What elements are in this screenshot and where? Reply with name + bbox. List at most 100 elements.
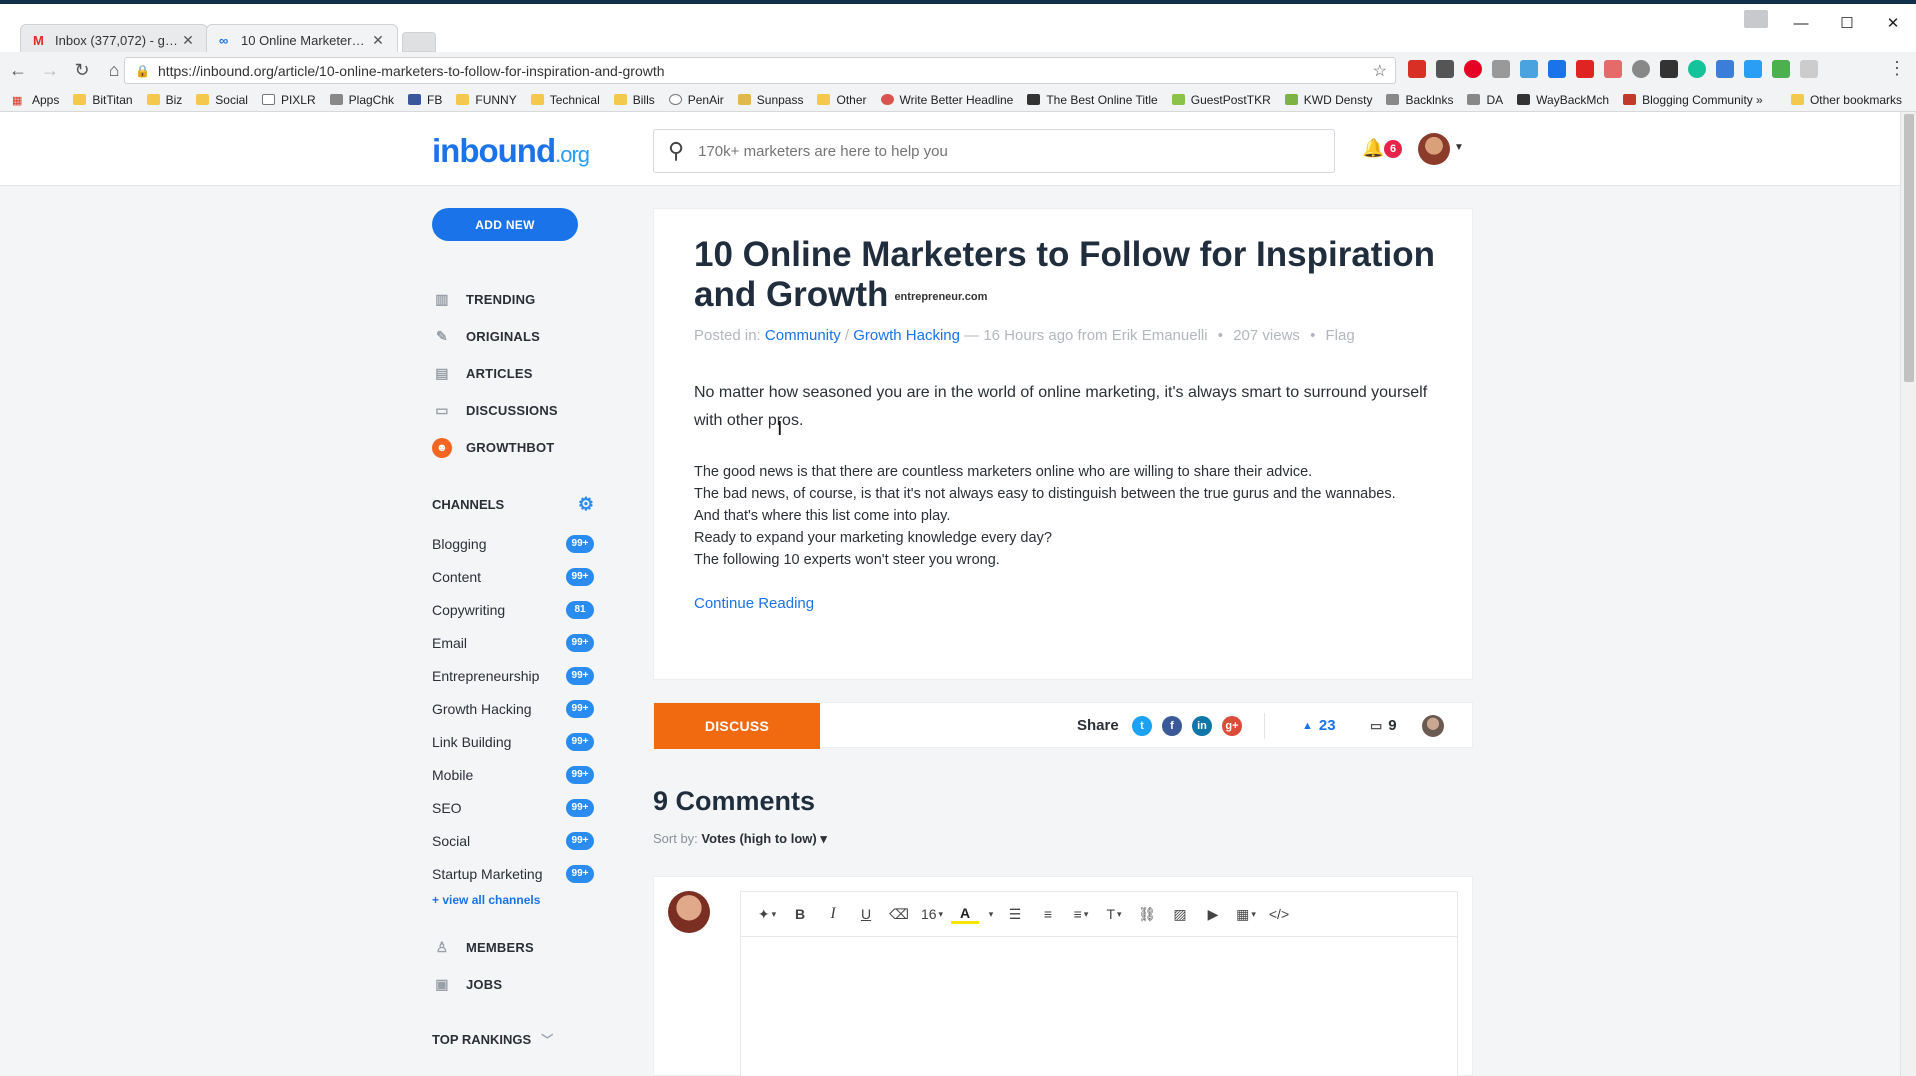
sidebar-item-trending[interactable]: ▥ TRENDING [432,281,602,318]
bell-icon[interactable]: 🔔 [1362,138,1384,159]
minimize-icon[interactable]: — [1778,8,1824,38]
upvote-button[interactable]: ▲ 23 [1302,717,1336,734]
channel-item[interactable]: Email 99+ [432,626,594,659]
grammarly-icon[interactable] [1688,60,1706,78]
extension-icon[interactable] [1800,60,1818,78]
bookmark-item[interactable]: FUNNY [456,93,517,107]
bookmark-item[interactable]: Biz [146,93,182,107]
sort-dropdown[interactable]: Votes (high to low) ▾ [701,831,826,846]
bookmark-item[interactable]: GuestPostTKR [1171,93,1271,107]
video-icon[interactable]: ▶ [1199,900,1227,928]
sidebar-item-discussions[interactable]: ▭ DISCUSSIONS [432,392,602,429]
bookmark-item[interactable]: Other [817,93,867,107]
channel-item[interactable]: Startup Marketing 99+ [432,857,594,890]
continue-reading-link[interactable]: Continue Reading [694,595,814,612]
sidebar-item-originals[interactable]: ✎ ORIGINALS [432,318,602,355]
reload-icon[interactable]: ↻ [68,56,96,84]
linkedin-icon[interactable]: in [1192,716,1212,736]
comment-count[interactable]: ▭ 9 [1370,717,1397,734]
align-icon[interactable]: ≡ ▾ [1067,900,1095,928]
bullet-list-icon[interactable]: ☰ [1001,900,1029,928]
extension-icon[interactable] [1548,60,1566,78]
extension-icon[interactable] [1772,60,1790,78]
camera-icon[interactable] [1492,60,1510,78]
bookmark-item[interactable]: Bills [613,93,655,107]
font-size-dropdown[interactable]: 16 ▾ [918,900,946,928]
profile-icon[interactable] [1744,10,1768,28]
flag-link[interactable]: Flag [1326,327,1355,344]
inbound-logo[interactable]: inbound.org [432,132,590,170]
extension-icon[interactable] [1576,60,1594,78]
italic-icon[interactable]: I [819,900,847,928]
text-style-icon[interactable]: T ▾ [1100,900,1128,928]
link-icon[interactable]: ⛓ [1133,900,1161,928]
channel-item[interactable]: SEO 99+ [432,791,594,824]
extension-icon[interactable] [1660,60,1678,78]
bookmark-item[interactable]: KWD Densty [1284,93,1372,107]
sidebar-item-jobs[interactable]: ▣ JOBS [432,966,602,1003]
numbered-list-icon[interactable]: ≡ [1034,900,1062,928]
extension-icon[interactable] [1744,60,1762,78]
bookmark-item[interactable]: ▦ Apps [12,93,59,108]
source-domain[interactable]: entrepreneur.com [894,291,987,303]
browser-menu-icon[interactable]: ⋮ [1888,58,1906,79]
code-view-icon[interactable]: </> [1265,900,1293,928]
view-all-channels-link[interactable]: + view all channels [432,893,540,907]
back-icon[interactable]: ← [4,56,32,84]
bookmark-item[interactable]: FB [408,93,442,107]
more-bookmarks-button[interactable]: » [1756,93,1763,107]
pinterest-icon[interactable] [1464,60,1482,78]
table-icon[interactable]: ▦ ▾ [1232,900,1260,928]
other-bookmarks[interactable]: Other bookmarks [1790,93,1902,107]
close-tab-icon[interactable]: ✕ [371,32,385,49]
author-avatar[interactable] [1422,715,1444,737]
gear-icon[interactable]: ⚙ [578,494,594,515]
address-bar[interactable]: 🔒 https://inbound.org/article/10-online-… [124,57,1396,84]
maximize-icon[interactable]: ☐ [1824,8,1870,38]
channel-item[interactable]: Entrepreneurship 99+ [432,659,594,692]
category-link-growth-hacking[interactable]: Growth Hacking [853,327,960,344]
channel-item[interactable]: Social 99+ [432,824,594,857]
channel-item[interactable]: Growth Hacking 99+ [432,692,594,725]
extension-icon[interactable] [1408,60,1426,78]
bookmark-star-icon[interactable]: ☆ [1373,61,1387,81]
comment-textarea[interactable] [740,937,1458,1076]
bookmark-item[interactable]: Technical [530,93,600,107]
caret-down-icon[interactable]: ▾ [984,900,996,928]
magic-wand-icon[interactable]: ✦ ▾ [753,900,781,928]
extension-icon[interactable] [1436,60,1454,78]
bookmark-item[interactable]: PIXLR [261,93,316,107]
extension-icon[interactable] [1716,60,1734,78]
forward-icon[interactable]: → [36,56,64,84]
search-input[interactable] [698,142,1299,160]
extension-icon[interactable] [1604,60,1622,78]
image-icon[interactable]: ▨ [1166,900,1194,928]
text-color-icon[interactable]: A [951,904,979,924]
bookmark-item[interactable]: The Best Online Title [1027,93,1158,107]
bold-icon[interactable]: B [786,900,814,928]
caret-down-icon[interactable]: ▼ [1454,142,1464,153]
discuss-button[interactable]: DISCUSS [654,703,820,749]
channel-item[interactable]: Link Building 99+ [432,725,594,758]
channel-item[interactable]: Blogging 99+ [432,527,594,560]
google-plus-icon[interactable]: g+ [1222,716,1242,736]
channel-item[interactable]: Mobile 99+ [432,758,594,791]
bookmark-item[interactable]: PlagChk [329,93,394,107]
eraser-icon[interactable]: ⌫ [885,900,913,928]
notification-badge[interactable]: 6 [1384,140,1402,158]
bookmark-item[interactable]: Write Better Headline [880,93,1013,107]
scrollbar-thumb[interactable] [1904,114,1914,382]
user-avatar[interactable] [1418,133,1450,165]
channel-item[interactable]: Content 99+ [432,560,594,593]
category-link-community[interactable]: Community [765,327,841,344]
sidebar-item-articles[interactable]: ▤ ARTICLES [432,355,602,392]
add-new-button[interactable]: ADD NEW [432,208,578,241]
underline-icon[interactable]: U [852,900,880,928]
bookmark-item[interactable]: Sunpass [737,93,803,107]
bookmark-item[interactable]: PenAir [668,93,724,107]
page-scrollbar[interactable] [1900,112,1916,1076]
bookmark-item[interactable]: Social [196,93,248,107]
close-tab-icon[interactable]: ✕ [181,32,195,49]
bookmark-item[interactable]: DA [1467,93,1503,107]
bookmark-item[interactable]: WayBackMch [1517,93,1609,107]
